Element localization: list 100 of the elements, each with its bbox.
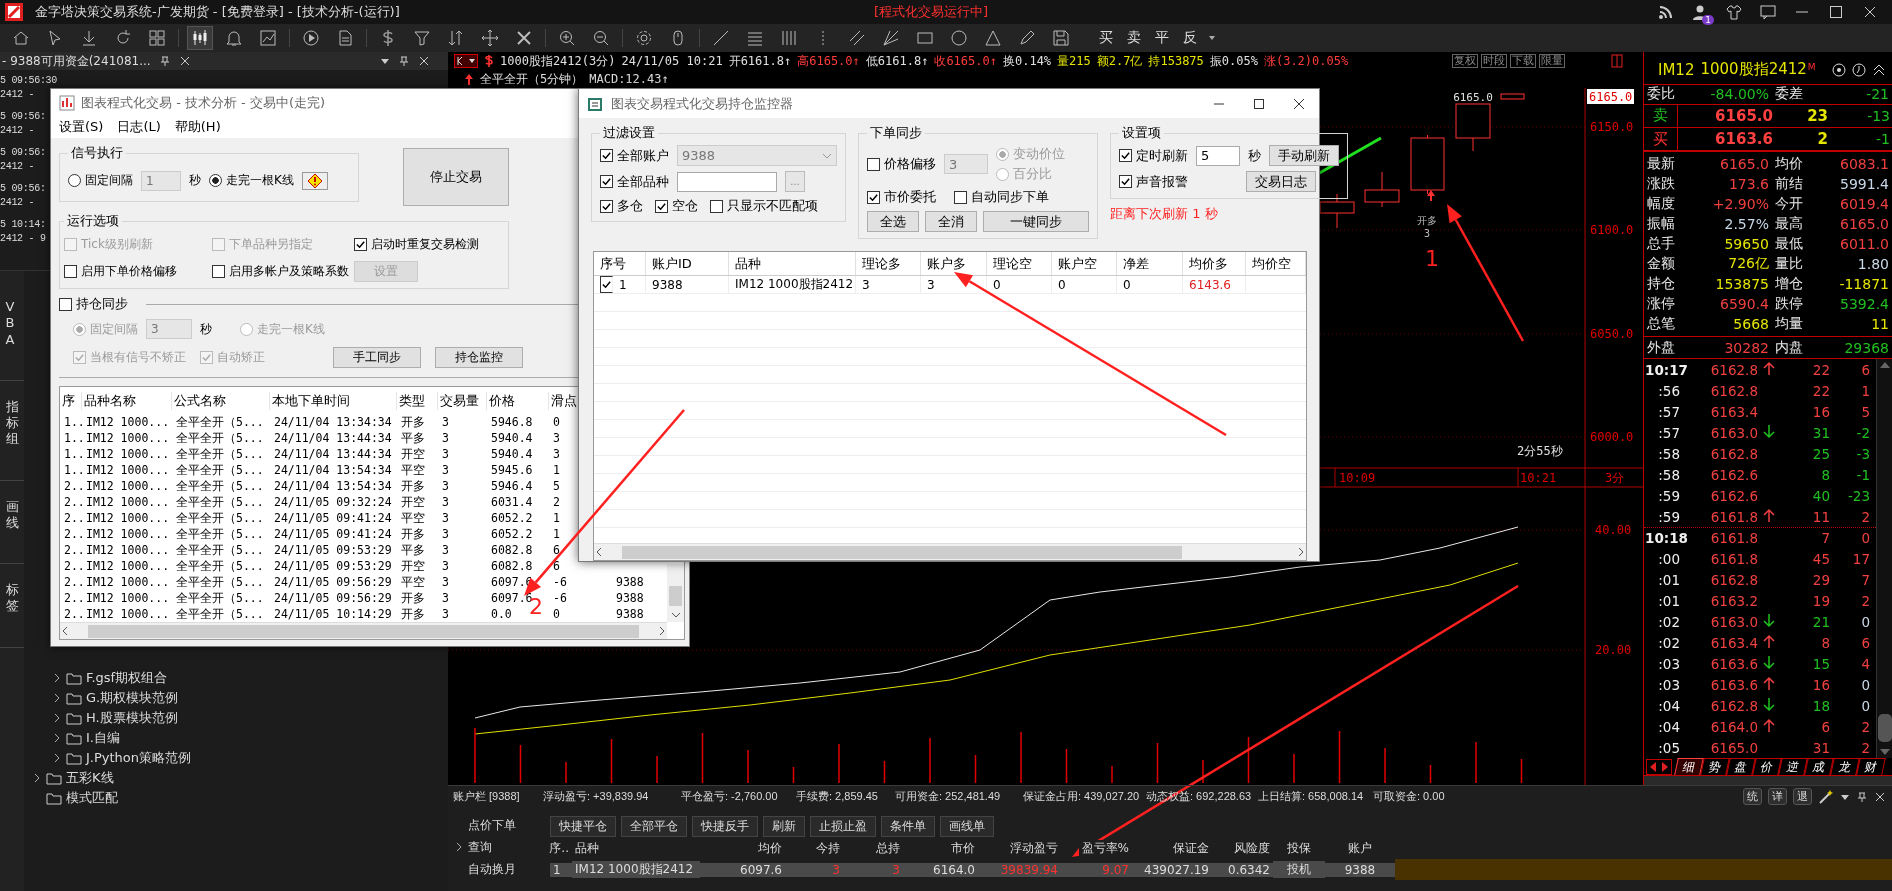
checkbox[interactable] — [867, 157, 880, 171]
action-button[interactable]: 快捷反手 — [692, 815, 758, 837]
zoom-in-icon[interactable] — [558, 29, 576, 47]
trade-button[interactable]: 买 — [1096, 29, 1116, 47]
scrollbar-thumb[interactable] — [622, 545, 1182, 559]
side-tab[interactable]: VBA — [5, 289, 19, 358]
account-dropdown[interactable]: 9388 — [677, 145, 837, 167]
warning-icon[interactable] — [301, 171, 328, 190]
checkbox-label[interactable]: 市价委托 — [884, 188, 936, 207]
clock-icon[interactable] — [1852, 62, 1866, 77]
pin-icon[interactable] — [398, 55, 410, 67]
wand-icon[interactable] — [1818, 788, 1834, 805]
checkbox-label[interactable]: 全部账户 — [617, 146, 669, 165]
scrollbar-thumb[interactable] — [88, 624, 639, 638]
scrollbar[interactable] — [667, 564, 684, 622]
tree-item[interactable]: G.期权模块范例 — [86, 689, 179, 707]
symbol-field[interactable] — [677, 171, 777, 192]
checkbox-label[interactable]: 自动同步下单 — [971, 188, 1049, 207]
nav-item[interactable]: 查询 — [468, 838, 492, 856]
sort-icon[interactable] — [447, 29, 465, 47]
save-icon[interactable] — [1052, 29, 1070, 47]
scrollbar[interactable] — [1876, 359, 1892, 759]
radio-button[interactable] — [996, 167, 1009, 181]
checkbox[interactable] — [710, 199, 723, 213]
checkbox-label[interactable]: 持仓同步 — [76, 295, 128, 313]
dropdown-icon[interactable] — [380, 56, 390, 66]
menu-item[interactable]: 帮助(H) — [174, 118, 221, 136]
side-tab[interactable]: 标签 — [5, 572, 19, 625]
settings-icon[interactable] — [635, 29, 653, 47]
panel-button[interactable]: 详 — [1768, 788, 1787, 805]
chart-button[interactable]: 复权 — [1452, 54, 1478, 68]
checkbox[interactable] — [600, 199, 613, 213]
pin-icon[interactable] — [158, 55, 171, 67]
radio-button[interactable] — [996, 147, 1009, 161]
checkbox[interactable] — [1119, 175, 1132, 189]
rss-icon[interactable] — [1658, 4, 1674, 20]
checkbox-label[interactable]: 只显示不匹配项 — [727, 197, 818, 216]
tree-item[interactable]: J.Python策略范例 — [86, 749, 192, 767]
percent-lines-icon[interactable] — [746, 29, 764, 47]
zoom-out-icon[interactable] — [592, 29, 610, 47]
action-button[interactable]: 全部平仓 — [621, 815, 687, 837]
expander-icon[interactable] — [52, 733, 62, 743]
action-button[interactable]: 快捷平仓 — [550, 815, 616, 837]
bars-icon[interactable] — [780, 29, 798, 47]
grid-icon[interactable] — [148, 29, 166, 47]
filter-icon[interactable] — [413, 29, 431, 47]
nav-item[interactable]: 点价下单 — [468, 816, 516, 834]
checkbox-label[interactable]: 启用下单价格偏移 — [81, 263, 177, 280]
line-icon[interactable] — [712, 29, 730, 47]
checkbox-label[interactable]: 空仓 — [672, 197, 698, 216]
checkbox-label[interactable]: 全部品种 — [617, 172, 669, 191]
radio-button[interactable] — [240, 322, 253, 336]
sync-button[interactable]: 一键同步 — [983, 211, 1089, 233]
checkbox[interactable] — [354, 238, 367, 251]
bell-icon[interactable] — [225, 29, 243, 47]
panel-button[interactable]: 退 — [1793, 788, 1812, 805]
move-icon[interactable] — [481, 29, 499, 47]
menu-item[interactable]: 设置(S) — [59, 118, 104, 136]
checkbox-label[interactable]: 声音报警 — [1136, 172, 1188, 191]
expander-icon[interactable] — [454, 842, 464, 852]
tab[interactable]: 细 — [1674, 758, 1704, 776]
scrollbar-thumb[interactable] — [1877, 714, 1892, 743]
number-field[interactable]: 3 — [944, 154, 988, 175]
download-icon[interactable] — [80, 29, 98, 47]
action-button[interactable]: 条件单 — [881, 815, 935, 837]
expander-icon[interactable] — [52, 713, 62, 723]
checkbox[interactable] — [59, 297, 72, 311]
pen-icon[interactable] — [1018, 29, 1036, 47]
number-field[interactable]: 5 — [1196, 145, 1240, 166]
checkbox[interactable] — [867, 190, 880, 204]
checkbox-label[interactable]: 启动时重复交易检测 — [371, 236, 479, 253]
checkbox[interactable] — [954, 190, 967, 204]
checkbox[interactable] — [212, 265, 225, 278]
radio-button[interactable] — [209, 174, 222, 187]
circle-icon[interactable] — [950, 29, 968, 47]
checkbox-label[interactable]: 多仓 — [617, 197, 643, 216]
checkbox[interactable] — [655, 199, 668, 213]
number-field[interactable]: 1 — [141, 170, 181, 191]
number-field[interactable]: 3 — [146, 319, 192, 339]
shirt-icon[interactable] — [1726, 4, 1742, 20]
k-line-menu-icon[interactable] — [454, 54, 478, 68]
trade-button[interactable]: 平 — [1152, 29, 1172, 47]
checkbox-label[interactable]: 价格偏移 — [884, 155, 936, 174]
maximize-icon[interactable] — [1828, 4, 1844, 20]
radio-button[interactable] — [73, 322, 86, 336]
tree-item[interactable]: 五彩K线 — [66, 769, 114, 787]
tree-item[interactable]: 模式匹配 — [66, 789, 118, 807]
triangle-icon[interactable] — [984, 29, 1002, 47]
sync-button[interactable]: 手工同步 — [333, 346, 421, 368]
scrollbar-thumb[interactable] — [669, 586, 682, 606]
side-tab[interactable]: 指标组 — [5, 388, 19, 458]
checkbox-label[interactable]: 定时刷新 — [1136, 146, 1188, 165]
nav-item[interactable]: 自动换月 — [468, 860, 516, 878]
close-icon[interactable] — [1862, 4, 1878, 20]
panel-toggle-icon[interactable] — [1611, 54, 1623, 68]
close-icon[interactable] — [1293, 97, 1305, 110]
parallel-lines-icon[interactable] — [848, 29, 866, 47]
refresh-button[interactable]: 手动刷新 — [1269, 145, 1339, 167]
log-button[interactable]: 交易日志 — [1246, 171, 1316, 193]
checkbox[interactable] — [200, 350, 213, 364]
